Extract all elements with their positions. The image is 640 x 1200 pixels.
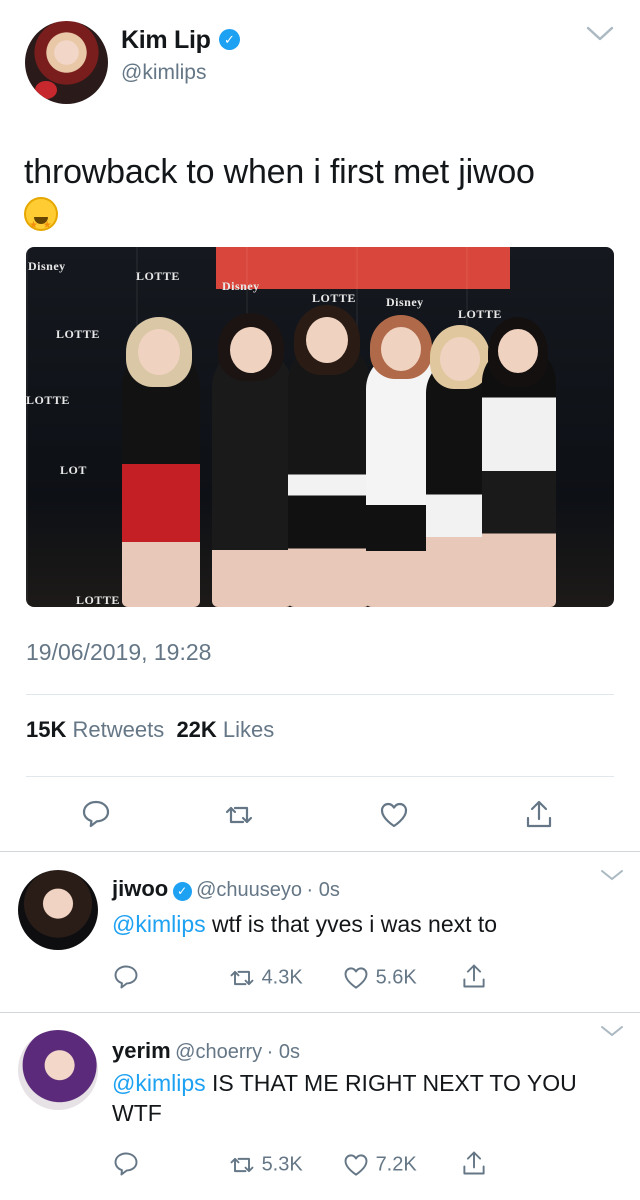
likes-count[interactable]: 22K (176, 717, 216, 742)
photo-sign: LOTTE (136, 269, 180, 283)
photo-sign: Disney (222, 279, 260, 293)
reply-text: @kimlips wtf is that yves i was next to (112, 909, 612, 939)
section-separator (0, 1012, 640, 1013)
retweets-count[interactable]: 15K (26, 717, 66, 742)
reply-retweet-action[interactable]: 5.3K (228, 1151, 303, 1179)
verified-badge-icon: ✓ (219, 29, 240, 50)
tweet-stats: 15K Retweets 22K Likes (26, 717, 274, 743)
photo-person-face (138, 329, 180, 375)
retweets-label[interactable]: Retweets (72, 717, 164, 742)
reply-time: · 0s (306, 879, 340, 901)
reply-avatar[interactable] (18, 1030, 98, 1110)
reply-display-name[interactable]: yerim (112, 1038, 171, 1063)
divider (26, 776, 614, 777)
photo-sign: Disney (386, 295, 424, 309)
reply-time: · 0s (266, 1041, 300, 1063)
photo-sign: LOTTE (312, 291, 356, 305)
photo-sign: Disney (28, 259, 66, 273)
tweet-text: throwback to when i first met jiwoo (24, 150, 614, 248)
author-avatar[interactable] (25, 21, 108, 104)
photo-sign: LOTTE (76, 593, 120, 607)
photo-sign: LOTTE (458, 307, 502, 321)
reply-handle[interactable]: @choerry (175, 1041, 262, 1063)
verified-badge-icon: ✓ (172, 882, 192, 901)
reply-text: @kimlips IS THAT ME RIGHT NEXT TO YOU WT… (112, 1068, 582, 1128)
like-heart-icon[interactable] (378, 799, 410, 831)
reply-display-name[interactable]: jiwoo (112, 876, 168, 901)
tweet-photo[interactable]: Disney LOTTE Disney LOTTE Disney LOTTE L… (26, 247, 614, 607)
share-icon[interactable] (460, 1149, 488, 1177)
like-heart-icon (344, 967, 368, 989)
photo-person-face (498, 329, 538, 373)
reply-like-count: 7.2K (375, 1153, 417, 1176)
photo-person (212, 347, 292, 607)
chevron-down-icon[interactable] (585, 22, 615, 44)
reply-icon[interactable] (112, 1150, 140, 1178)
reply-like-action[interactable]: 5.6K (342, 964, 417, 992)
share-icon[interactable] (460, 962, 488, 990)
photo-person-face (306, 317, 348, 363)
retweet-icon (230, 1157, 254, 1173)
like-heart-icon (344, 1154, 368, 1176)
reply-mention-link[interactable]: @kimlips (112, 911, 206, 937)
author-display-name[interactable]: Kim Lip (121, 26, 211, 55)
reply-retweet-count: 5.3K (261, 1153, 303, 1176)
reply-avatar[interactable] (18, 870, 98, 950)
reply-mention-link[interactable]: @kimlips (112, 1070, 206, 1096)
author-handle[interactable]: @kimlips (121, 61, 207, 85)
retweet-icon[interactable] (223, 799, 255, 831)
photo-person-face (440, 337, 480, 381)
reply-handle[interactable]: @chuuseyo (196, 879, 302, 901)
reply-like-count: 5.6K (375, 966, 417, 989)
chevron-down-icon[interactable] (600, 868, 624, 882)
reply-body: wtf is that yves i was next to (205, 911, 498, 937)
reply-header: yerim @choerry · 0s (112, 1038, 300, 1064)
reply-header: jiwoo ✓ @chuuseyo · 0s (112, 876, 340, 902)
star-struck-emoji-icon (24, 197, 58, 248)
section-separator (0, 851, 640, 852)
reply-retweet-action[interactable]: 4.3K (228, 964, 303, 992)
divider (26, 694, 614, 695)
chevron-down-icon[interactable] (600, 1024, 624, 1038)
tweet-body: throwback to when i first met jiwoo (24, 153, 535, 191)
photo-sign: LOT (60, 463, 87, 477)
photo-person-face (230, 327, 272, 373)
reply-retweet-count: 4.3K (261, 966, 303, 989)
reply-icon[interactable] (112, 963, 140, 991)
tweet-timestamp[interactable]: 19/06/2019, 19:28 (26, 639, 211, 666)
likes-label[interactable]: Likes (223, 717, 274, 742)
reply-like-action[interactable]: 7.2K (342, 1151, 417, 1179)
share-icon[interactable] (523, 798, 555, 830)
photo-person (288, 342, 370, 607)
retweet-icon (230, 970, 254, 986)
photo-sign: LOTTE (26, 393, 70, 407)
reply-icon[interactable] (80, 798, 112, 830)
photo-sign: LOTTE (56, 327, 100, 341)
photo-person-face (381, 327, 421, 371)
